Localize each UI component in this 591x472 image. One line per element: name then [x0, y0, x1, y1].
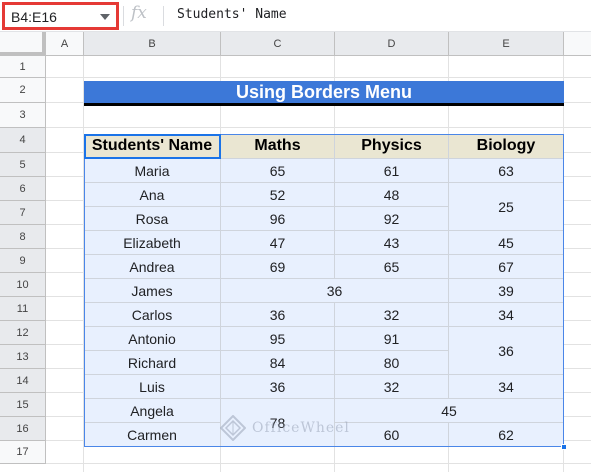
row-header-14[interactable]: 14: [0, 369, 46, 393]
row-header-7[interactable]: 7: [0, 201, 46, 225]
column-header-d[interactable]: D: [335, 32, 449, 56]
cell-maths[interactable]: 47: [221, 231, 335, 255]
sheet-title[interactable]: Using Borders Menu: [84, 81, 564, 106]
row-header-10[interactable]: 10: [0, 273, 46, 297]
cell-name[interactable]: Antonio: [84, 327, 221, 351]
cell-maths[interactable]: 36: [221, 303, 335, 327]
watermark: OfficeWheel: [220, 410, 370, 446]
cell-name[interactable]: Richard: [84, 351, 221, 375]
cell-maths[interactable]: 36: [221, 375, 335, 399]
row-header-1[interactable]: 1: [0, 56, 46, 78]
row-header-12[interactable]: 12: [0, 321, 46, 345]
row-header-8[interactable]: 8: [0, 225, 46, 249]
formula-bar: B4:E16 fx Students' Name: [0, 0, 591, 32]
column-header-a[interactable]: A: [46, 32, 84, 56]
row-header-16[interactable]: 16: [0, 417, 46, 441]
row-header-6[interactable]: 6: [0, 177, 46, 201]
cell-biology[interactable]: 62: [449, 423, 564, 447]
cell-biology[interactable]: 34: [449, 303, 564, 327]
column-header-e[interactable]: E: [449, 32, 564, 56]
cell-maths[interactable]: 65: [221, 159, 335, 183]
cell-maths[interactable]: 95: [221, 327, 335, 351]
cell-maths[interactable]: 52: [221, 183, 335, 207]
cell-biology[interactable]: 67: [449, 255, 564, 279]
officewheel-logo-icon: [220, 415, 246, 441]
column-header-b[interactable]: B: [84, 32, 221, 56]
cell-physics[interactable]: 65: [335, 255, 449, 279]
row-header-9[interactable]: 9: [0, 249, 46, 273]
column-header-c[interactable]: C: [221, 32, 335, 56]
cell-name[interactable]: Luis: [84, 375, 221, 399]
cell-biology-merged[interactable]: 36: [449, 327, 564, 375]
header-physics[interactable]: Physics: [335, 134, 449, 159]
row-header-2[interactable]: 2: [0, 78, 46, 103]
row-header-3[interactable]: 3: [0, 103, 46, 128]
row-header-15[interactable]: 15: [0, 393, 46, 417]
cell-physics[interactable]: 43: [335, 231, 449, 255]
cell-biology[interactable]: 45: [449, 231, 564, 255]
cell-name[interactable]: Ana: [84, 183, 221, 207]
cell-name[interactable]: Angela: [84, 399, 221, 423]
divider: [123, 6, 124, 26]
cell-biology[interactable]: 34: [449, 375, 564, 399]
select-all-corner[interactable]: [0, 32, 46, 56]
cell-maths-physics-merged[interactable]: 36: [221, 279, 449, 303]
cell-physics[interactable]: 61: [335, 159, 449, 183]
row-header-17[interactable]: 17: [0, 441, 46, 464]
fill-handle[interactable]: [561, 444, 567, 450]
cell-name[interactable]: Elizabeth: [84, 231, 221, 255]
cell-name[interactable]: Carmen: [84, 423, 221, 447]
cell-maths[interactable]: 69: [221, 255, 335, 279]
cell-physics[interactable]: 32: [335, 303, 449, 327]
formula-input[interactable]: Students' Name: [177, 7, 287, 22]
cell-biology-merged[interactable]: 25: [449, 183, 564, 231]
cell-maths[interactable]: 84: [221, 351, 335, 375]
header-biology[interactable]: Biology: [449, 134, 564, 159]
cell-physics[interactable]: 32: [335, 375, 449, 399]
row-header-5[interactable]: 5: [0, 153, 46, 177]
name-box[interactable]: B4:E16: [2, 2, 119, 30]
cell-biology[interactable]: 39: [449, 279, 564, 303]
header-maths[interactable]: Maths: [221, 134, 335, 159]
cell-name[interactable]: Carlos: [84, 303, 221, 327]
cell-name[interactable]: Rosa: [84, 207, 221, 231]
row-header-4[interactable]: 4: [0, 128, 46, 153]
divider: [163, 6, 164, 26]
watermark-text: OfficeWheel: [252, 420, 350, 436]
cell-physics[interactable]: 91: [335, 327, 449, 351]
cell-physics[interactable]: 48: [335, 183, 449, 207]
header-students-name[interactable]: Students' Name: [84, 134, 221, 159]
cell-physics[interactable]: 92: [335, 207, 449, 231]
cell-name[interactable]: Andrea: [84, 255, 221, 279]
cell-maths[interactable]: 96: [221, 207, 335, 231]
cell-physics[interactable]: 80: [335, 351, 449, 375]
cell-name[interactable]: James: [84, 279, 221, 303]
row-header-11[interactable]: 11: [0, 297, 46, 321]
row-header-13[interactable]: 13: [0, 345, 46, 369]
cell-biology[interactable]: 63: [449, 159, 564, 183]
name-box-value: B4:E16: [11, 9, 57, 25]
fx-icon: fx: [131, 3, 147, 23]
column-header-f[interactable]: [564, 32, 591, 56]
chevron-down-icon[interactable]: [100, 14, 110, 20]
cell-name[interactable]: Maria: [84, 159, 221, 183]
